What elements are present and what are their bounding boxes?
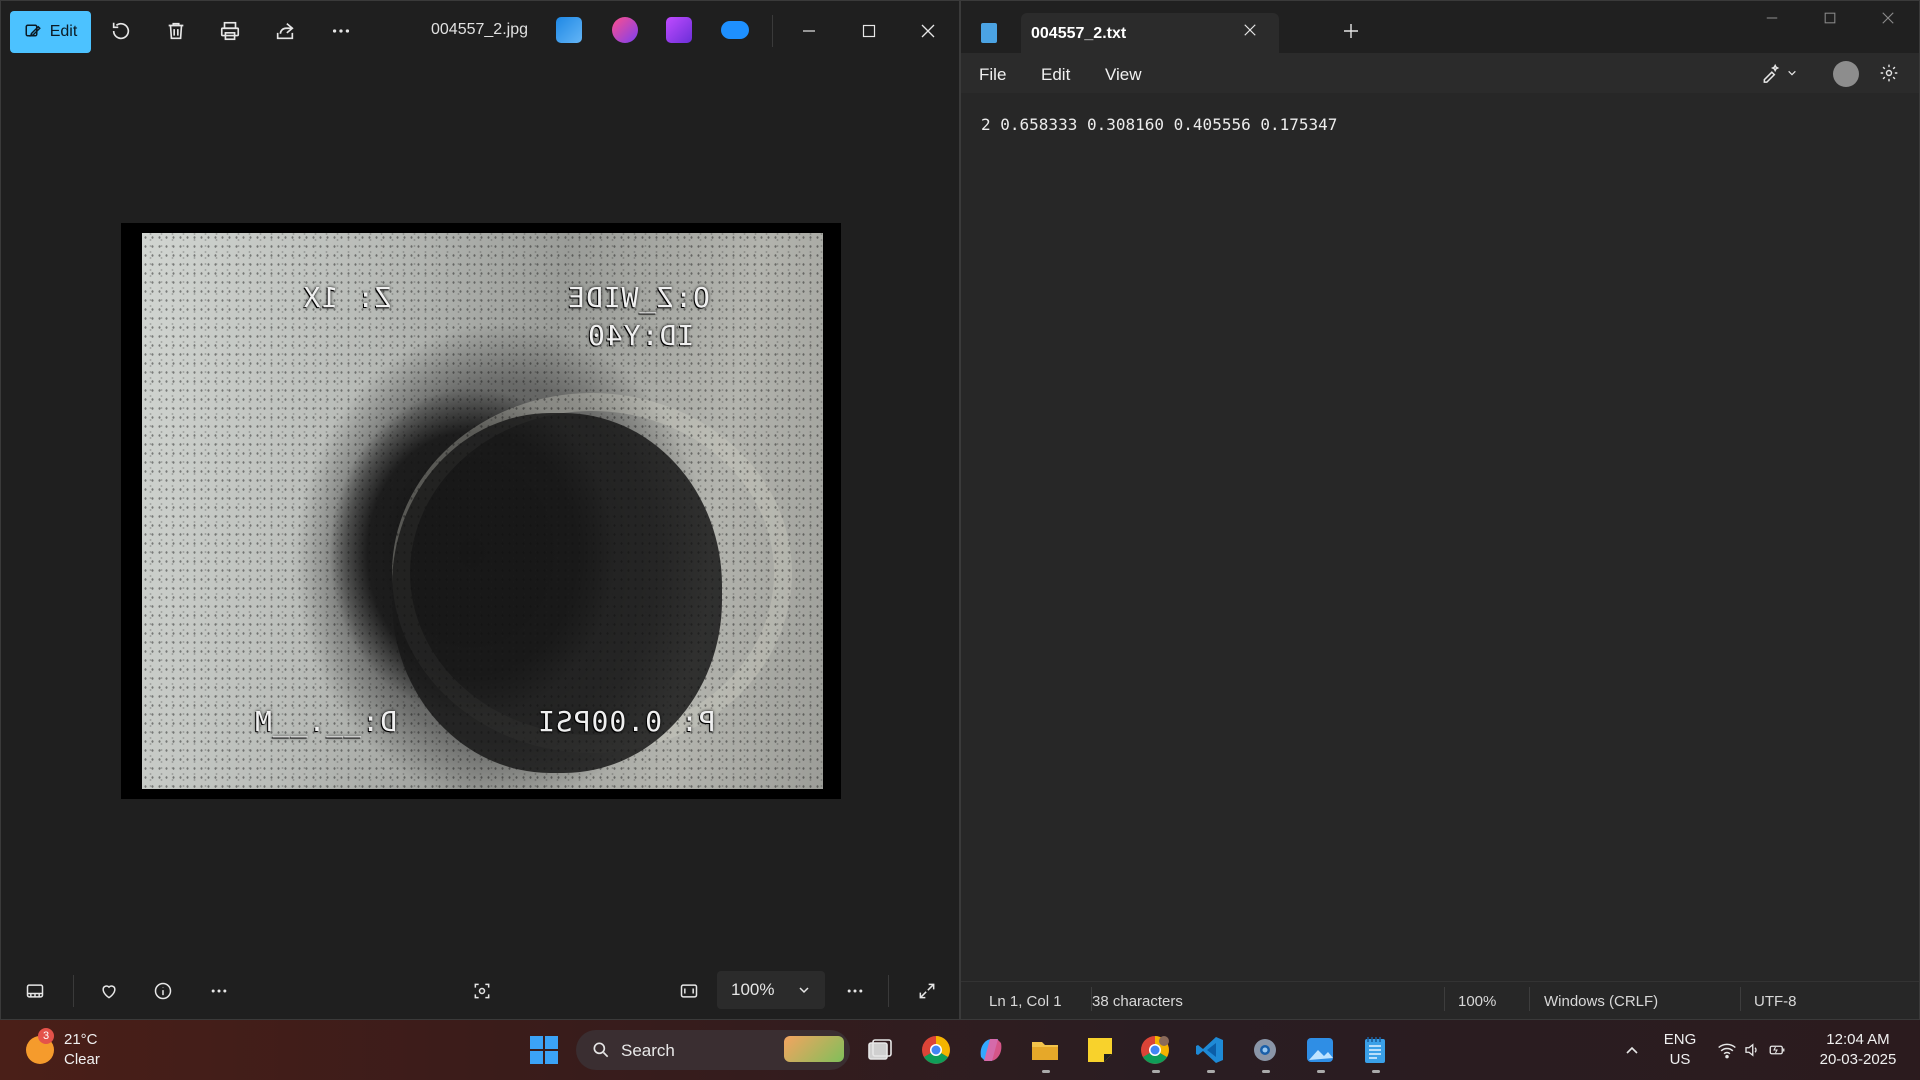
more-options-icon[interactable] — [203, 975, 235, 1007]
designer-icon[interactable] — [612, 17, 638, 43]
clipchamp-icon[interactable] — [666, 17, 692, 43]
encoding: UTF-8 — [1754, 993, 1797, 1010]
running-indicator — [1152, 1070, 1160, 1073]
toolbar-divider — [772, 15, 773, 47]
image-noise — [142, 233, 823, 789]
weather-badge: 3 — [38, 1028, 54, 1044]
running-indicator — [1042, 1070, 1050, 1073]
input-region[interactable]: US — [1660, 1051, 1700, 1068]
osd-id: ID:Y40 — [587, 319, 695, 352]
print-icon[interactable] — [214, 15, 246, 47]
clock-date[interactable]: 20-03-2025 — [1812, 1051, 1904, 1068]
chevron-up-icon[interactable] — [1616, 1034, 1648, 1066]
edit-icon — [25, 24, 41, 37]
close-window-icon[interactable] — [1881, 11, 1905, 31]
filmstrip-icon[interactable] — [19, 975, 51, 1007]
status-divider — [1529, 987, 1530, 1011]
minimize-icon[interactable] — [793, 15, 825, 47]
status-divider — [1740, 987, 1741, 1011]
rewrite-icon — [1763, 63, 1780, 83]
input-language[interactable]: ENG — [1660, 1031, 1700, 1048]
photos-toolbar: Edit 004557_2.jpg — [1, 1, 959, 61]
wifi-icon — [1718, 1043, 1736, 1059]
menu-file[interactable]: File — [979, 65, 1006, 85]
running-indicator — [1372, 1070, 1380, 1073]
menu-edit[interactable]: Edit — [1041, 65, 1070, 85]
notepad-window: 004557_2.txt File Edit View 2 0.658333 0… — [960, 0, 1920, 1020]
edit-button[interactable]: Edit — [10, 11, 91, 53]
text-editor[interactable]: 2 0.658333 0.308160 0.405556 0.175347 — [981, 115, 1337, 134]
image-canvas[interactable]: O:Z_WIDE Z: 1X ID:Y40 P: 0.00PSI D:__.__… — [121, 223, 841, 799]
running-indicator — [1317, 1070, 1325, 1073]
info-icon[interactable] — [147, 975, 179, 1007]
onedrive-icon[interactable] — [721, 21, 749, 39]
copilot-icon[interactable] — [975, 1034, 1007, 1066]
status-divider — [1444, 987, 1445, 1011]
weather-condition[interactable]: Clear — [64, 1051, 100, 1068]
photos-window: Edit 004557_2.jpg O:Z_WIDE Z: 1X ID:Y40 … — [0, 0, 960, 1020]
new-tab-icon[interactable] — [1343, 23, 1363, 43]
minimize-icon[interactable] — [1765, 11, 1789, 31]
photos-app-icon[interactable] — [1304, 1034, 1336, 1066]
chrome-icon[interactable] — [920, 1034, 952, 1066]
image-filename: 004557_2.jpg — [431, 21, 528, 38]
osd-distance: D:__.__M — [254, 705, 397, 738]
sticky-notes-icon[interactable] — [1084, 1034, 1116, 1066]
search-placeholder: Search — [621, 1041, 675, 1060]
quick-settings[interactable] — [1712, 1034, 1792, 1066]
battery-icon — [1769, 1045, 1785, 1055]
chevron-down-icon — [1788, 70, 1796, 76]
status-zoom: 100% — [1458, 993, 1497, 1010]
photo-editor-icon[interactable] — [556, 17, 582, 43]
settings-icon[interactable] — [1249, 1034, 1281, 1066]
osd-pressure: P: 0.00PSI — [537, 705, 716, 738]
trash-icon[interactable] — [160, 15, 192, 47]
fit-window-icon[interactable] — [673, 975, 705, 1007]
edit-button-label: Edit — [49, 23, 78, 40]
vscode-icon[interactable] — [1194, 1034, 1226, 1066]
clock-time[interactable]: 12:04 AM — [1812, 1031, 1904, 1048]
running-indicator — [1207, 1070, 1215, 1073]
bottom-divider-2 — [888, 975, 889, 1007]
heart-icon[interactable] — [93, 975, 125, 1007]
tab-title: 004557_2.txt — [1031, 25, 1127, 42]
share-icon[interactable] — [269, 15, 301, 47]
chrome-profile-icon[interactable] — [1139, 1034, 1171, 1066]
file-explorer-icon[interactable] — [1029, 1034, 1061, 1066]
chevron-down-icon — [799, 987, 810, 994]
notepad-app-taskbar-icon[interactable] — [1359, 1034, 1391, 1066]
maximize-icon[interactable] — [1823, 11, 1847, 31]
search-icon — [591, 1040, 611, 1065]
zoom-more-icon[interactable] — [839, 975, 871, 1007]
visual-search-icon[interactable] — [466, 975, 498, 1007]
bottom-divider — [73, 975, 74, 1007]
osd-zoom: Z: 1X — [302, 281, 392, 314]
windows-start-icon[interactable] — [528, 1034, 560, 1066]
osd-mode: O:Z_WIDE — [567, 281, 710, 314]
zoom-value: 100% — [731, 980, 775, 999]
close-tab-icon[interactable] — [1243, 23, 1263, 43]
character-count: 38 characters — [1092, 993, 1183, 1010]
gear-icon[interactable] — [1879, 63, 1901, 85]
pipe-inspection-image: O:Z_WIDE Z: 1X ID:Y40 P: 0.00PSI D:__.__… — [142, 233, 823, 789]
cursor-position: Ln 1, Col 1 — [989, 993, 1062, 1010]
maximize-icon[interactable] — [853, 15, 885, 47]
search-highlight-image — [784, 1036, 844, 1062]
weather-temp[interactable]: 21°C — [64, 1031, 98, 1048]
rotate-icon[interactable] — [105, 15, 137, 47]
running-indicator — [1262, 1070, 1270, 1073]
close-icon[interactable] — [912, 15, 944, 47]
notepad-app-icon — [981, 23, 997, 43]
menu-view[interactable]: View — [1105, 65, 1142, 85]
volume-icon — [1745, 1043, 1757, 1057]
copilot-rewrite-button[interactable] — [1761, 61, 1805, 85]
task-view-icon[interactable] — [864, 1034, 896, 1066]
account-avatar[interactable] — [1833, 61, 1859, 87]
fullscreen-icon[interactable] — [911, 975, 943, 1007]
more-icon[interactable] — [325, 15, 357, 47]
zoom-dropdown[interactable]: 100% — [717, 971, 825, 1009]
line-ending: Windows (CRLF) — [1544, 993, 1659, 1010]
